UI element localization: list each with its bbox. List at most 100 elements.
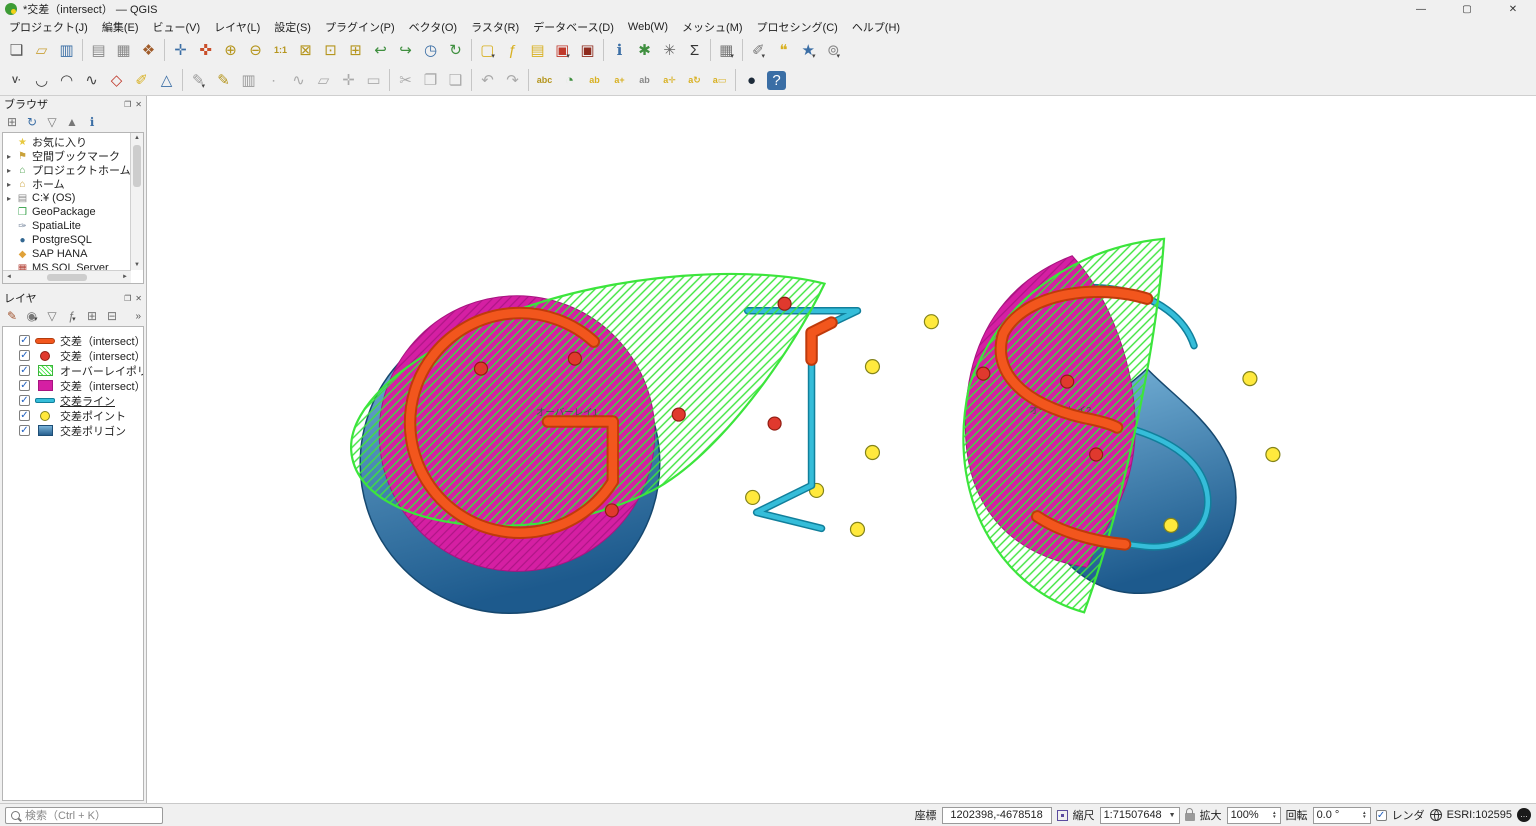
new-spatial-bookmark-button[interactable]: ★▾	[796, 38, 821, 63]
manage-map-themes-button[interactable]: ◉▾	[22, 306, 42, 326]
zoom-full-button[interactable]: ⊠	[293, 38, 318, 63]
layer-visibility-checkbox[interactable]: ✓	[19, 395, 30, 406]
open-attribute-table-dropdown-arrow[interactable]: ▾	[730, 52, 734, 63]
new-spatial-bookmark-dropdown-arrow[interactable]: ▾	[812, 52, 816, 63]
copy-features-button[interactable]: ❐	[418, 68, 443, 93]
undo-button[interactable]: ↶	[475, 68, 500, 93]
browser-item-spatial-bookmarks[interactable]: ▸⚑空間ブックマーク	[3, 149, 143, 163]
zoom-native-button[interactable]: 1:1	[268, 38, 293, 63]
style-manager-button[interactable]: ❖	[136, 38, 161, 63]
maximize-button[interactable]: ▢	[1444, 0, 1490, 18]
expand-arrow-icon[interactable]: ▸	[5, 194, 13, 203]
scale-combobox[interactable]: 1:71507648 ▼	[1100, 807, 1180, 824]
advanced-digitizing-panel-button[interactable]: △	[154, 68, 179, 93]
metasearch-button[interactable]: ●	[739, 68, 764, 93]
filter-browser-button[interactable]: ▽	[42, 112, 62, 132]
pan-to-selection-button[interactable]: ✜	[193, 38, 218, 63]
pin-unpin-labels-button[interactable]: a+	[607, 68, 632, 93]
layer-item[interactable]: ✓交差ポイント	[3, 408, 143, 423]
layer-item[interactable]: ✓交差（intersect）▤	[3, 348, 143, 363]
layer-item[interactable]: ✓交差ライン	[3, 393, 143, 408]
layer-item[interactable]: ✓交差ポリゴン	[3, 423, 143, 438]
deselect-features-button[interactable]: ▣▾	[550, 38, 575, 63]
crs-globe-icon[interactable]	[1430, 809, 1442, 821]
current-edits-dropdown-arrow[interactable]: ▾	[202, 82, 206, 93]
menu-item-5[interactable]: プラグイン(P)	[318, 18, 402, 36]
rotate-label-button[interactable]: a↻	[682, 68, 707, 93]
search-input[interactable]: 検索（Ctrl + K）	[5, 807, 163, 824]
expand-arrow-icon[interactable]: ▸	[5, 166, 13, 175]
open-layer-styling-panel-button[interactable]: ✎	[2, 306, 22, 326]
menu-item-0[interactable]: プロジェクト(J)	[2, 18, 95, 36]
layer-item[interactable]: ✓交差（intersect）▤	[3, 333, 143, 348]
zoom-in-button[interactable]: ⊕	[218, 38, 243, 63]
spinner-arrows-icon[interactable]: ▲▼	[1272, 811, 1276, 819]
zoom-last-button[interactable]: ↩	[368, 38, 393, 63]
menu-item-3[interactable]: レイヤ(L)	[207, 18, 267, 36]
add-selected-layers-button[interactable]: ⊞	[2, 112, 22, 132]
enable-properties-widget-button[interactable]: ℹ	[82, 112, 102, 132]
move-feature-button[interactable]: ✛	[336, 68, 361, 93]
identify-features-button[interactable]: ℹ	[607, 38, 632, 63]
snapping-options-button[interactable]: ◇	[104, 68, 129, 93]
open-project-button[interactable]: ▱	[29, 38, 54, 63]
menu-item-7[interactable]: ラスタ(R)	[464, 18, 526, 36]
pan-map-button[interactable]: ✛	[168, 38, 193, 63]
map-tips-button[interactable]: ❝	[771, 38, 796, 63]
add-line-feature-button[interactable]: ∿	[286, 68, 311, 93]
lock-scale-icon[interactable]	[1185, 813, 1195, 821]
scroll-up-icon[interactable]: ▲	[134, 133, 140, 143]
help-contents-button[interactable]: ?	[764, 68, 789, 93]
scroll-down-icon[interactable]: ▼	[134, 260, 140, 270]
new-project-button[interactable]: ❏	[4, 38, 29, 63]
show-bookmarks-dropdown-arrow[interactable]: ▾	[837, 52, 841, 63]
menu-item-9[interactable]: Web(W)	[621, 20, 675, 34]
save-project-button[interactable]: ▥	[54, 38, 79, 63]
new-print-layout-button[interactable]: ▤	[86, 38, 111, 63]
filter-legend-by-expression-button[interactable]: ƒ▾	[62, 306, 82, 326]
coordinate-input[interactable]: 1202398,-4678518	[942, 807, 1052, 824]
measure-dropdown-arrow[interactable]: ▾	[762, 52, 766, 63]
save-layer-edits-button[interactable]: ▥	[236, 68, 261, 93]
add-point-feature-button[interactable]: ∙	[261, 68, 286, 93]
close-button[interactable]: ✕	[1490, 0, 1536, 18]
zoom-next-button[interactable]: ↪	[393, 38, 418, 63]
layer-visibility-checkbox[interactable]: ✓	[19, 410, 30, 421]
highlight-pinned-labels-button[interactable]: ab	[582, 68, 607, 93]
zoom-out-button[interactable]: ⊖	[243, 38, 268, 63]
collapse-all-button[interactable]: ▲	[62, 112, 82, 132]
scale-dropdown-arrow[interactable]: ▼	[1169, 812, 1176, 819]
toggle-editing-button[interactable]: ✎	[211, 68, 236, 93]
minimize-button[interactable]: —	[1398, 0, 1444, 18]
toolbar-overflow-chevron[interactable]: »	[135, 311, 144, 322]
menu-item-1[interactable]: 編集(E)	[95, 18, 146, 36]
collapse-all-layers-button[interactable]: ⊟	[102, 306, 122, 326]
manage-map-themes-dropdown-arrow[interactable]: ▾	[34, 315, 38, 326]
zoom-to-selection-button[interactable]: ⊡	[318, 38, 343, 63]
extents-icon[interactable]	[1057, 810, 1068, 821]
show-bookmarks-button[interactable]: ⊚▾	[821, 38, 846, 63]
scroll-right-icon[interactable]: ►	[122, 274, 128, 280]
deselect-from-all-layers-button[interactable]: ▣	[575, 38, 600, 63]
digitize-with-curve-button[interactable]: ◠	[54, 68, 79, 93]
browser-item-home[interactable]: ▸⌂ホーム	[3, 177, 143, 191]
menu-item-6[interactable]: ベクタ(O)	[402, 18, 464, 36]
select-by-form-button[interactable]: ▤	[525, 38, 550, 63]
layer-visibility-checkbox[interactable]: ✓	[19, 425, 30, 436]
browser-horizontal-scrollbar[interactable]: ◄ ►	[3, 270, 131, 283]
select-by-expression-button[interactable]: ƒ	[500, 38, 525, 63]
menu-item-8[interactable]: データベース(D)	[526, 18, 621, 36]
browser-item-drive[interactable]: ▸▤C:¥ (OS)	[3, 191, 143, 205]
rotation-spinbox[interactable]: 0.0 ° ▲▼	[1313, 807, 1371, 824]
refresh-browser-button[interactable]: ↻	[22, 112, 42, 132]
show-hide-labels-button[interactable]: ab	[632, 68, 657, 93]
map-canvas[interactable]: オーバーレイ1 オーバーレイ2	[147, 96, 1536, 803]
menu-item-10[interactable]: メッシュ(M)	[675, 18, 750, 36]
messages-icon[interactable]: …	[1517, 808, 1531, 822]
browser-item-postgresql[interactable]: ●PostgreSQL	[3, 233, 143, 247]
run-feature-action-button[interactable]: ✱	[632, 38, 657, 63]
redo-button[interactable]: ↷	[500, 68, 525, 93]
current-edits-button[interactable]: ✎▾	[186, 68, 211, 93]
temporal-controller-button[interactable]: ◷	[418, 38, 443, 63]
layer-visibility-checkbox[interactable]: ✓	[19, 365, 30, 376]
